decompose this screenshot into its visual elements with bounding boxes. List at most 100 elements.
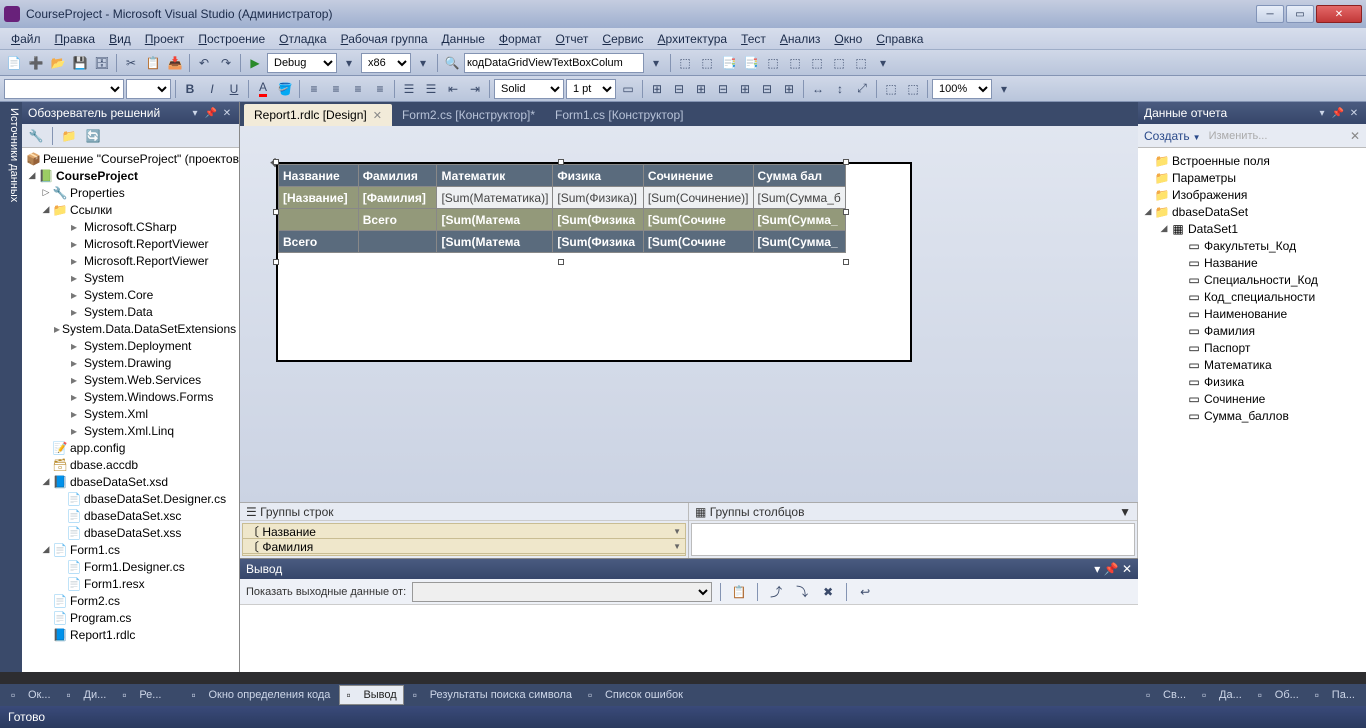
tree-item[interactable]: ▸Microsoft.ReportViewer	[22, 235, 239, 252]
align-tool-icon[interactable]: ⊞	[779, 79, 799, 99]
close-button[interactable]: ✕	[1316, 5, 1362, 23]
report-cell[interactable]: Сумма бал	[753, 165, 846, 187]
reportdata-item[interactable]: ▭Факультеты_Код	[1138, 237, 1366, 254]
bottom-tab[interactable]: ▫Па...	[1308, 685, 1362, 705]
show-all-icon[interactable]: 📁	[59, 126, 79, 146]
report-cell[interactable]: [Sum(Физика)]	[553, 187, 643, 209]
align-tool-icon[interactable]: ⊟	[757, 79, 777, 99]
menu-тест[interactable]: Тест	[734, 30, 773, 48]
tree-item[interactable]: ▸Microsoft.ReportViewer	[22, 252, 239, 269]
tree-item[interactable]: 📄dbaseDataSet.xss	[22, 524, 239, 541]
output-text[interactable]	[240, 605, 1138, 672]
tree-item[interactable]: ▸System	[22, 269, 239, 286]
reportdata-item[interactable]: ▭Сумма_баллов	[1138, 407, 1366, 424]
start-debug-icon[interactable]: ▶	[245, 53, 265, 73]
reportdata-item[interactable]: ▭Паспорт	[1138, 339, 1366, 356]
report-cell[interactable]	[358, 231, 437, 253]
font-select[interactable]	[4, 79, 124, 99]
align-justify-icon[interactable]: ≡	[370, 79, 390, 99]
output-tool-icon[interactable]: ↩	[855, 582, 875, 602]
list-icon[interactable]: ☰	[399, 79, 419, 99]
indent-icon[interactable]: ⇤	[443, 79, 463, 99]
bottom-tab[interactable]: ▫Св...	[1139, 685, 1193, 705]
reportdata-item[interactable]: ▭Код_специальности	[1138, 288, 1366, 305]
tree-item[interactable]: 📘Report1.rdlc	[22, 626, 239, 643]
align-left-icon[interactable]: ≡	[304, 79, 324, 99]
tab-close-icon[interactable]: ✕	[373, 109, 382, 122]
tb-icon[interactable]: ⬚	[785, 53, 805, 73]
reportdata-item[interactable]: ▭Название	[1138, 254, 1366, 271]
bottom-tab[interactable]: ▫Ди...	[60, 685, 114, 705]
refresh-icon[interactable]: 🔄	[83, 126, 103, 146]
report-cell[interactable]: [Sum(Матема	[437, 231, 553, 253]
border-style-select[interactable]: Solid	[494, 79, 564, 99]
pin-icon[interactable]: 📌	[1104, 562, 1119, 576]
tree-item[interactable]: 📄Program.cs	[22, 609, 239, 626]
align-tool-icon[interactable]: ⊞	[735, 79, 755, 99]
report-cell[interactable]: Физика	[553, 165, 643, 187]
tree-item[interactable]: ▸System.Deployment	[22, 337, 239, 354]
menu-архитектура[interactable]: Архитектура	[651, 30, 735, 48]
tree-item[interactable]: 📄Form1.resx	[22, 575, 239, 592]
menu-анализ[interactable]: Анализ	[773, 30, 828, 48]
tree-item[interactable]: ▸System.Xml.Linq	[22, 422, 239, 439]
reportdata-item[interactable]: ▭Математика	[1138, 356, 1366, 373]
border-color-icon[interactable]: ▭	[618, 79, 638, 99]
datasources-collapsed-tab[interactable]: Источники данных	[0, 102, 22, 672]
create-link[interactable]: Создать ▼	[1144, 129, 1201, 143]
minimize-button[interactable]: ─	[1256, 5, 1284, 23]
size-tool-icon[interactable]: ↔	[808, 79, 828, 99]
menu-данные[interactable]: Данные	[435, 30, 492, 48]
report-cell[interactable]: Всего	[358, 209, 437, 231]
open-icon[interactable]: 📂	[48, 53, 68, 73]
menu-правка[interactable]: Правка	[48, 30, 103, 48]
dropdown-icon[interactable]: ▼	[1119, 505, 1131, 519]
reportdata-item[interactable]: ▭Фамилия	[1138, 322, 1366, 339]
output-tool-icon[interactable]: ⤵	[792, 582, 812, 602]
tree-item[interactable]: ▸System.Windows.Forms	[22, 388, 239, 405]
save-icon[interactable]: 💾	[70, 53, 90, 73]
rowgroup-item[interactable]: 〔 Фамилия▼	[243, 539, 685, 554]
cut-icon[interactable]: ✂	[121, 53, 141, 73]
tree-item[interactable]: ▸System.Data	[22, 303, 239, 320]
underline-icon[interactable]: U	[224, 79, 244, 99]
close-icon[interactable]: ✕	[1122, 562, 1132, 576]
tb-icon[interactable]: ⬚	[807, 53, 827, 73]
undo-icon[interactable]: ↶	[194, 53, 214, 73]
tree-item[interactable]: ◢ 📘dbaseDataSet.xsd	[22, 473, 239, 490]
redo-icon[interactable]: ↷	[216, 53, 236, 73]
bottom-tab[interactable]: ▫Список ошибок	[581, 685, 690, 705]
add-item-icon[interactable]: ➕	[26, 53, 46, 73]
new-project-icon[interactable]: 📄	[4, 53, 24, 73]
tree-item[interactable]: 📄dbaseDataSet.Designer.cs	[22, 490, 239, 507]
report-canvas[interactable]: НазваниеФамилияМатематикФизикаСочинениеС…	[276, 162, 912, 362]
reportdata-item[interactable]: ▭Наименование	[1138, 305, 1366, 322]
tree-item[interactable]: 📦Решение "CourseProject" (проектов: 1)	[22, 150, 239, 167]
tree-item[interactable]: 📄Form2.cs	[22, 592, 239, 609]
delete-icon[interactable]: ✕	[1350, 129, 1360, 143]
config-select[interactable]: Debug	[267, 53, 337, 73]
spacing-icon[interactable]: ⬚	[903, 79, 923, 99]
reportdata-item[interactable]: ◢📁dbaseDataSet	[1138, 203, 1366, 220]
tree-item[interactable]: 🗃dbase.accdb	[22, 456, 239, 473]
bottom-tab[interactable]: ▫Результаты поиска символа	[406, 685, 579, 705]
align-right-icon[interactable]: ≡	[348, 79, 368, 99]
report-cell[interactable]: [Sum(Физика	[553, 209, 643, 231]
bold-icon[interactable]: B	[180, 79, 200, 99]
report-cell[interactable]: Фамилия	[358, 165, 437, 187]
report-cell[interactable]: [Sum(Сумма_б	[753, 187, 846, 209]
menu-формат[interactable]: Формат	[492, 30, 549, 48]
bottom-tab[interactable]: ▫Окно определения кода	[184, 685, 337, 705]
reportdata-item[interactable]: ▭Сочинение	[1138, 390, 1366, 407]
find-icon[interactable]: 🔍	[442, 53, 462, 73]
tree-item[interactable]: ▸System.Data.DataSetExtensions	[22, 320, 239, 337]
tb-icon[interactable]: ⬚	[675, 53, 695, 73]
report-cell[interactable]: Название	[279, 165, 359, 187]
tb-icon[interactable]: 📑	[719, 53, 739, 73]
align-tool-icon[interactable]: ⊞	[691, 79, 711, 99]
tree-item[interactable]: ▷🔧Properties	[22, 184, 239, 201]
bottom-tab[interactable]: ▫Об...	[1251, 685, 1306, 705]
border-width-select[interactable]: 1 pt	[566, 79, 616, 99]
menu-проект[interactable]: Проект	[138, 30, 192, 48]
spacing-icon[interactable]: ⬚	[881, 79, 901, 99]
